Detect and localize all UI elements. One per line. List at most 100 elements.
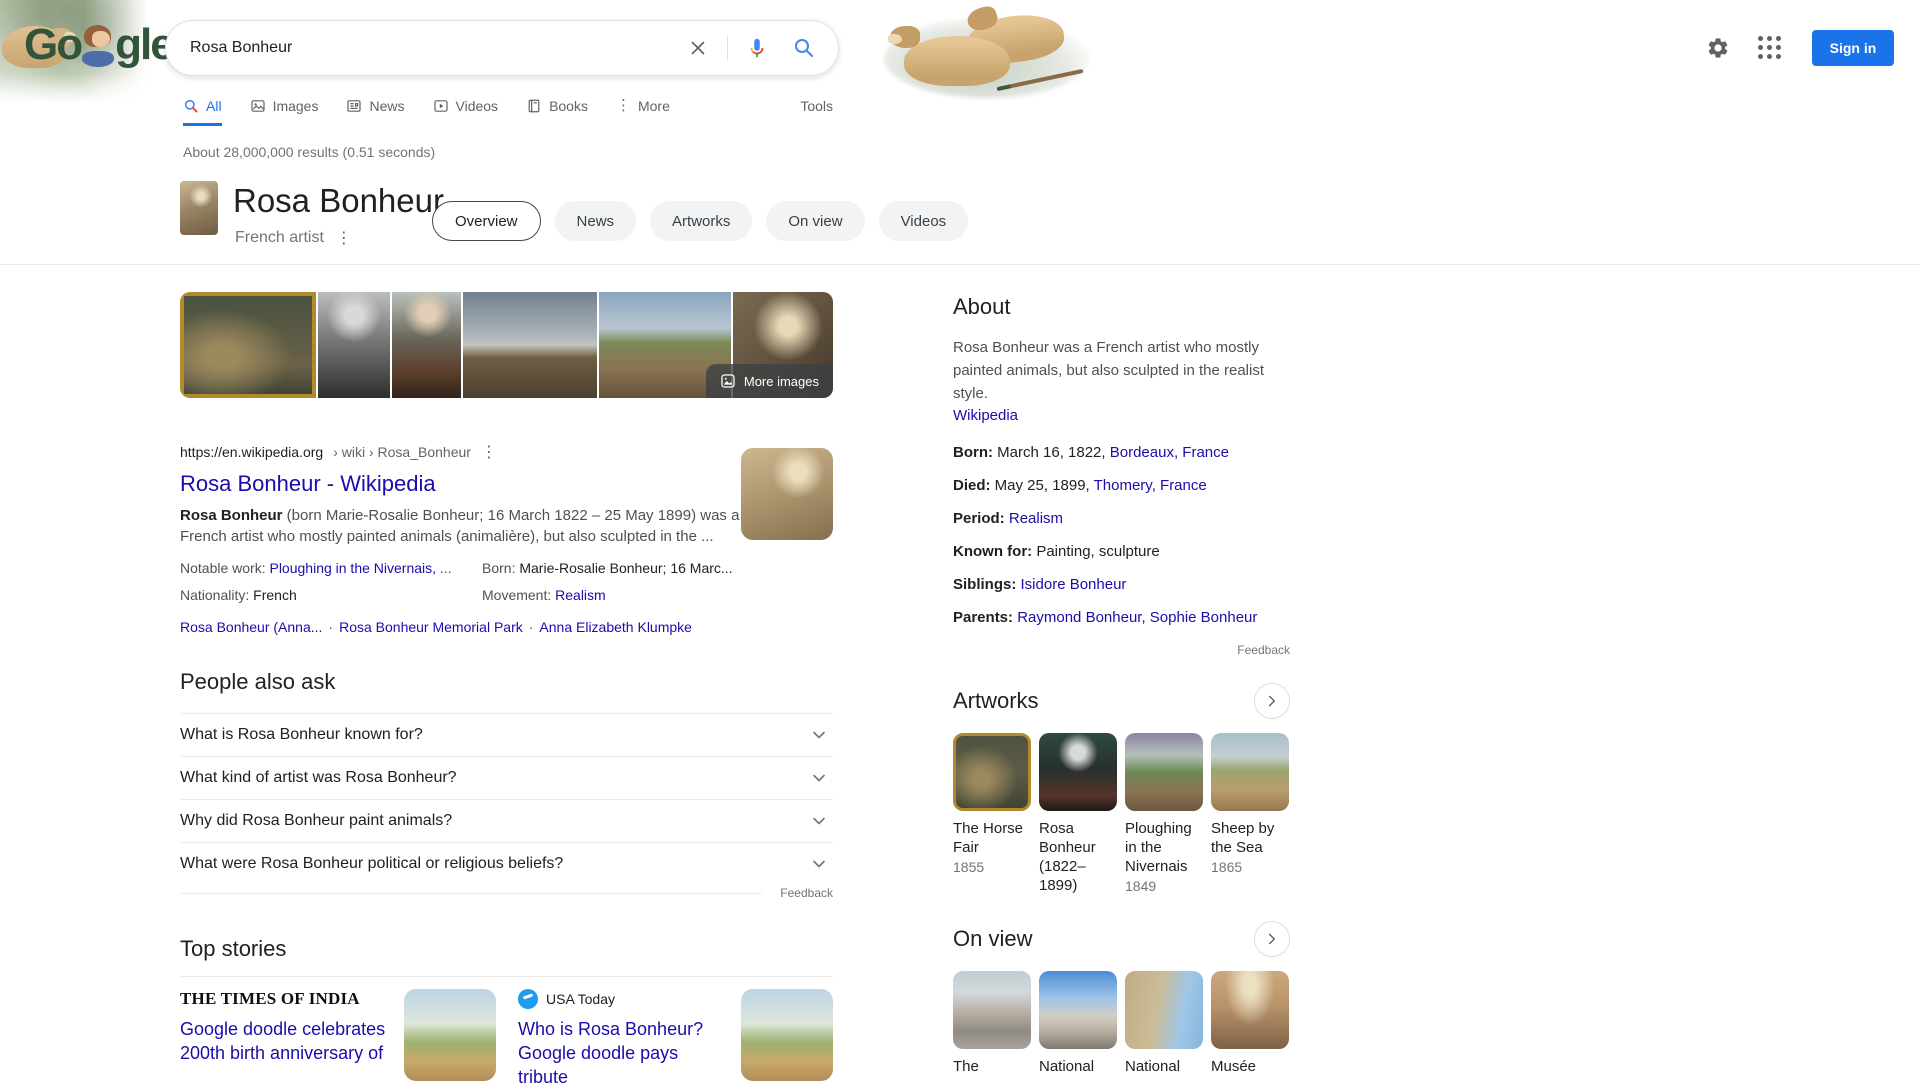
sitelink-1[interactable]: Rosa Bonheur (Anna...	[180, 619, 322, 635]
image-strip: More images	[180, 292, 833, 398]
on-view-next-button[interactable]	[1254, 921, 1290, 957]
artwork-card-horse-fair[interactable]: The Horse Fair 1855	[953, 733, 1031, 897]
chip-news[interactable]: News	[554, 201, 637, 241]
microphone-icon	[750, 38, 764, 58]
story-headline[interactable]: Google doodle celebrates 200th birth ann…	[180, 1017, 390, 1065]
artwork-image[interactable]	[1039, 733, 1117, 811]
logo-text-part2: gle	[115, 20, 175, 69]
story-headline[interactable]: Who is Rosa Bonheur? Google doodle pays …	[518, 1017, 727, 1089]
died-place-link[interactable]: Thomery, France	[1094, 477, 1207, 494]
paa-title: People also ask	[180, 669, 336, 694]
search-submit-button[interactable]	[788, 32, 820, 64]
artwork-card-ploughing[interactable]: Ploughing in the Nivernais 1849	[1125, 733, 1203, 897]
tab-videos[interactable]: Videos	[433, 98, 498, 123]
search-result-wikipedia: https://en.wikipedia.org › wiki › Rosa_B…	[180, 442, 833, 635]
artwork-image[interactable]	[953, 733, 1031, 811]
bw-portrait-photo-thumbnail[interactable]	[317, 292, 391, 398]
result-menu-icon[interactable]: ⋮	[481, 442, 497, 462]
field-movement: Movement: Realism	[482, 587, 606, 603]
portrait-with-bull-thumbnail[interactable]	[392, 292, 462, 398]
museum-image[interactable]	[1211, 971, 1289, 1049]
paa-feedback-link[interactable]: Feedback	[780, 886, 833, 900]
about-title: About	[953, 294, 1011, 319]
paa-question-4[interactable]: What were Rosa Bonheur political or reli…	[180, 842, 833, 885]
tab-images[interactable]: Images	[250, 98, 318, 123]
period-link[interactable]: Realism	[1009, 510, 1063, 527]
google-apps-button[interactable]	[1754, 32, 1786, 64]
search-input[interactable]	[190, 39, 683, 57]
times-of-india-logo: THE TIMES OF INDIA	[180, 989, 360, 1008]
fact-born: Born: March 16, 1822, Bordeaux, France	[953, 444, 1229, 461]
tab-news[interactable]: News	[346, 98, 405, 123]
google-doodle-logo[interactable]: Go gle	[24, 20, 175, 70]
artwork-card-rosa-bonheur[interactable]: Rosa Bonheur (1822–1899)	[1039, 733, 1117, 897]
ploughing-scene-thumbnail[interactable]	[463, 292, 597, 398]
logo-text-part1: Go	[24, 20, 83, 69]
museum-card-3[interactable]: National	[1125, 971, 1203, 1076]
story-times-of-india[interactable]: THE TIMES OF INDIA Google doodle celebra…	[180, 989, 496, 1089]
born-place-link[interactable]: Bordeaux, France	[1110, 444, 1229, 461]
chip-on-view[interactable]: On view	[766, 201, 865, 241]
paa-question-2[interactable]: What kind of artist was Rosa Bonheur?	[180, 756, 833, 799]
chevron-right-icon	[1269, 933, 1275, 945]
search-tabs: All Images News Videos Books ⋮ More Tool…	[183, 98, 833, 126]
settings-button[interactable]	[1702, 32, 1734, 64]
tab-more[interactable]: ⋮ More	[616, 98, 670, 123]
chevron-down-icon	[813, 731, 825, 739]
fact-died: Died: May 25, 1899, Thomery, France	[953, 477, 1207, 494]
notable-work-link[interactable]: Ploughing in the Nivernais,	[269, 560, 436, 576]
tools-button[interactable]: Tools	[800, 98, 833, 123]
movement-link[interactable]: Realism	[555, 587, 606, 603]
museum-image[interactable]	[1125, 971, 1203, 1049]
entity-menu-icon[interactable]: ⋮	[336, 228, 352, 248]
artwork-card-sheep-by-sea[interactable]: Sheep by the Sea 1865	[1211, 733, 1289, 897]
museum-image[interactable]	[953, 971, 1031, 1049]
siblings-link[interactable]: Isidore Bonheur	[1021, 576, 1127, 593]
search-box[interactable]	[165, 20, 839, 76]
artworks-title: Artworks	[953, 688, 1039, 713]
fact-period: Period: Realism	[953, 510, 1064, 527]
about-summary: Rosa Bonheur was a French artist who mos…	[953, 339, 1265, 402]
sign-in-button[interactable]: Sign in	[1812, 30, 1894, 66]
chevron-right-icon	[1269, 695, 1275, 707]
paa-question-3[interactable]: Why did Rosa Bonheur paint animals?	[180, 799, 833, 842]
museum-card-2[interactable]: National	[1039, 971, 1117, 1076]
about-feedback-link[interactable]: Feedback	[1237, 643, 1290, 657]
story-thumbnail[interactable]	[741, 989, 833, 1081]
header-divider	[0, 264, 1920, 265]
result-thumbnail[interactable]	[741, 448, 833, 540]
search-icon	[795, 39, 813, 57]
artwork-image[interactable]	[1125, 733, 1203, 811]
chip-artworks[interactable]: Artworks	[650, 201, 753, 241]
tab-books[interactable]: Books	[526, 98, 588, 123]
story-usa-today[interactable]: USA Today Who is Rosa Bonheur? Google do…	[518, 989, 833, 1089]
sitelink-3[interactable]: Anna Elizabeth Klumpke	[539, 619, 692, 635]
tab-all[interactable]: All	[183, 98, 222, 126]
paa-question-1[interactable]: What is Rosa Bonheur known for?	[180, 713, 833, 756]
chip-overview[interactable]: Overview	[432, 201, 541, 241]
clear-search-button[interactable]	[683, 33, 713, 63]
result-title-link[interactable]: Rosa Bonheur - Wikipedia	[180, 471, 436, 497]
top-stories-section: Top stories THE TIMES OF INDIA Google do…	[180, 936, 833, 1089]
result-url[interactable]: https://en.wikipedia.org › wiki › Rosa_B…	[180, 442, 833, 462]
museum-card-4[interactable]: Musée	[1211, 971, 1289, 1076]
parents-link[interactable]: Raymond Bonheur, Sophie Bonheur	[1017, 609, 1257, 626]
usa-today-logo	[518, 989, 538, 1009]
people-also-ask-section: People also ask What is Rosa Bonheur kno…	[180, 669, 833, 900]
fact-known-for: Known for: Painting, sculpture	[953, 543, 1160, 560]
chip-videos[interactable]: Videos	[878, 201, 969, 241]
horse-fair-thumbnail[interactable]	[180, 292, 316, 398]
videos-icon	[433, 100, 448, 112]
artworks-next-button[interactable]	[1254, 683, 1290, 719]
museum-image[interactable]	[1039, 971, 1117, 1049]
entity-avatar[interactable]	[180, 181, 218, 235]
result-sitelinks: Rosa Bonheur (Anna... · Rosa Bonheur Memor…	[180, 619, 692, 635]
voice-search-button[interactable]	[742, 33, 772, 63]
sitelink-2[interactable]: Rosa Bonheur Memorial Park	[339, 619, 523, 635]
doodle-portrait-letter	[82, 23, 115, 67]
more-images-button[interactable]: More images	[705, 364, 833, 398]
museum-card-1[interactable]: The	[953, 971, 1031, 1076]
story-thumbnail[interactable]	[404, 989, 496, 1081]
artwork-image[interactable]	[1211, 733, 1289, 811]
about-wikipedia-link[interactable]: Wikipedia	[953, 407, 1018, 424]
